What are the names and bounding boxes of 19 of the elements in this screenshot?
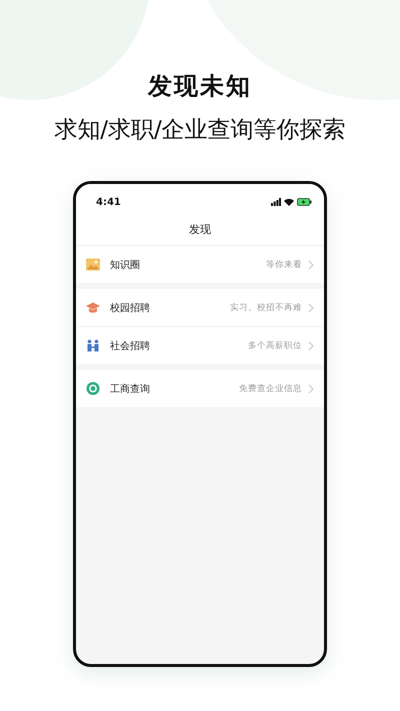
chevron-icon xyxy=(308,340,314,350)
status-time: 4:41 xyxy=(96,196,121,208)
headline: 发现未知 xyxy=(146,71,253,102)
chevron-icon xyxy=(308,302,314,312)
shield-icon xyxy=(86,382,100,395)
menu-item[interactable]: 校园招聘 实习、校招不再难 xyxy=(76,289,324,327)
menu-item[interactable]: 社会招聘 多个高薪职位 xyxy=(76,327,324,364)
chevron-icon xyxy=(308,260,314,270)
battery-icon xyxy=(297,198,312,206)
menu-item[interactable]: 工商查询 免费查企业信息 xyxy=(76,370,324,407)
signal-icon xyxy=(271,198,281,206)
wifi-icon xyxy=(284,198,294,206)
menu-item[interactable]: 知识圈 等你来看 xyxy=(76,246,324,283)
graduation-cap-icon xyxy=(86,301,100,314)
screen-title: 发现 xyxy=(76,210,324,246)
people-icon xyxy=(86,339,100,352)
chevron-icon xyxy=(308,384,314,394)
image-icon xyxy=(86,258,100,271)
subtitle: 求知/求职/企业查询等你探索 xyxy=(53,116,347,145)
